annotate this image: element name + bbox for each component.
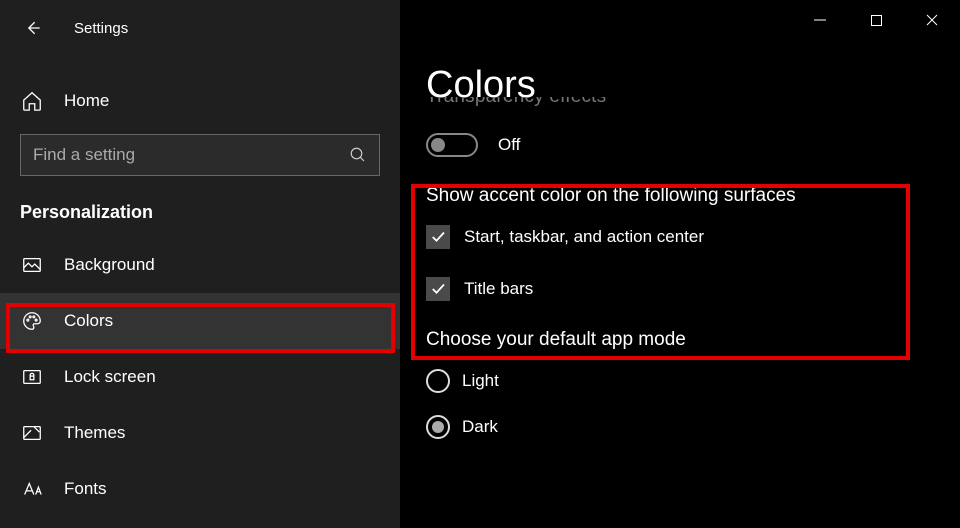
back-button[interactable] [20,15,46,41]
lock-screen-icon [20,365,44,389]
checkbox-checked [426,225,450,249]
sidebar: Settings Home Personalization Background… [0,0,400,528]
sidebar-item-background[interactable]: Background [0,237,400,293]
sidebar-item-label: Background [64,255,155,275]
radio-selected [426,415,450,439]
maximize-button[interactable] [848,0,904,40]
fonts-icon [20,477,44,501]
checkbox-checked [426,277,450,301]
sidebar-item-label: Fonts [64,479,107,499]
toggle-state-label: Off [498,135,520,155]
window-title: Settings [74,20,128,37]
sidebar-item-label: Colors [64,311,113,331]
check-icon [429,280,447,298]
accent-option-label: Title bars [464,279,533,299]
toggle-knob [431,138,445,152]
search-box[interactable] [20,134,380,176]
accent-option-label: Start, taskbar, and action center [464,227,704,247]
transparency-toggle[interactable] [426,133,478,157]
accent-option-start-taskbar[interactable]: Start, taskbar, and action center [426,225,934,249]
sidebar-item-colors[interactable]: Colors [0,293,400,349]
sidebar-item-fonts[interactable]: Fonts [0,461,400,517]
minimize-icon [813,13,827,27]
home-label: Home [64,91,109,111]
radio-dot [432,421,444,433]
main-content: Colors Transparency effects Off Show acc… [400,0,960,528]
app-mode-label: Dark [462,417,498,437]
sidebar-item-label: Themes [64,423,125,443]
app-mode-heading: Choose your default app mode [426,329,934,351]
picture-icon [20,253,44,277]
palette-icon [20,309,44,333]
sidebar-item-label: Lock screen [64,367,156,387]
window-controls [792,0,960,40]
accent-surfaces-heading: Show accent color on the following surfa… [426,185,934,207]
close-button[interactable] [904,0,960,40]
home-icon [20,89,44,113]
search-wrap [0,124,400,176]
section-title: Personalization [0,176,400,237]
check-icon [429,228,447,246]
truncated-heading: Transparency effects [426,97,934,109]
accent-option-title-bars[interactable]: Title bars [426,277,934,301]
transparency-toggle-row: Off [426,133,934,157]
search-icon [349,146,367,164]
radio-unselected [426,369,450,393]
search-input[interactable] [33,145,349,165]
app-mode-option-dark[interactable]: Dark [426,415,934,439]
app-mode-label: Light [462,371,499,391]
sidebar-item-lockscreen[interactable]: Lock screen [0,349,400,405]
sidebar-item-themes[interactable]: Themes [0,405,400,461]
arrow-left-icon [23,18,43,38]
sidebar-header: Settings [0,8,400,48]
maximize-icon [870,14,883,27]
themes-icon [20,421,44,445]
app-mode-option-light[interactable]: Light [426,369,934,393]
home-nav-item[interactable]: Home [0,78,400,124]
minimize-button[interactable] [792,0,848,40]
close-icon [925,13,939,27]
